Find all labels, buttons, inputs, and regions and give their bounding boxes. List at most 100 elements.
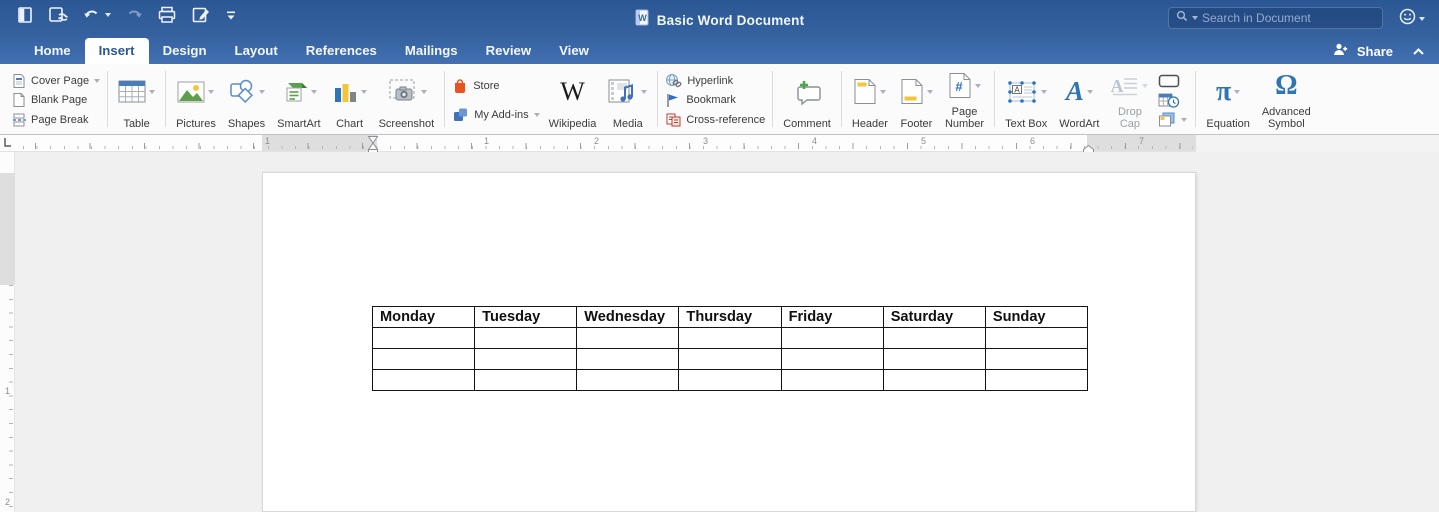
search-input[interactable] [1202, 11, 1375, 25]
table-cell[interactable] [781, 370, 883, 391]
table-cell[interactable] [883, 349, 985, 370]
shapes-caret[interactable] [259, 90, 265, 94]
table-cell[interactable]: Wednesday [577, 307, 679, 328]
table-cell[interactable] [781, 349, 883, 370]
screenshot-caret[interactable] [421, 90, 427, 94]
table-cell[interactable]: Sunday [985, 307, 1087, 328]
page-number-caret[interactable] [975, 84, 981, 88]
customize-toolbar-icon[interactable] [225, 9, 237, 21]
table-cell[interactable]: Monday [373, 307, 475, 328]
search-box[interactable] [1168, 7, 1383, 29]
table-cell[interactable] [679, 370, 781, 391]
document-page[interactable]: Monday Tuesday Wednesday Thursday Friday… [262, 172, 1196, 512]
table-cell[interactable] [475, 328, 577, 349]
my-addins-caret[interactable] [534, 113, 540, 117]
frame-button[interactable] [1158, 71, 1187, 90]
table-cell[interactable] [373, 349, 475, 370]
undo-dropdown-caret[interactable] [105, 13, 111, 17]
hyperlink-button[interactable]: Hyperlink [665, 71, 765, 90]
table-cell[interactable] [985, 349, 1087, 370]
page-number-button[interactable]: # Page Number [940, 67, 989, 131]
footer-button[interactable]: Footer [895, 67, 938, 131]
header-button[interactable]: Header [847, 67, 893, 131]
collapse-ribbon-icon[interactable] [1412, 47, 1425, 56]
smartart-caret[interactable] [311, 90, 317, 94]
comment-button[interactable]: Comment [778, 67, 836, 131]
undo-button[interactable] [82, 7, 111, 23]
print-icon[interactable] [157, 6, 177, 24]
tab-view[interactable]: View [545, 38, 603, 64]
ruler-number: 3 [703, 136, 708, 146]
tab-layout[interactable]: Layout [221, 38, 292, 64]
chart-button[interactable]: Chart [328, 67, 372, 131]
table-cell[interactable] [373, 370, 475, 391]
page-break-button[interactable]: Page Break [12, 110, 100, 129]
table-cell[interactable] [679, 349, 781, 370]
bookmark-button[interactable]: Bookmark [665, 91, 765, 110]
table-cell[interactable] [985, 328, 1087, 349]
chart-caret[interactable] [361, 90, 367, 94]
store-button[interactable]: Store [452, 76, 539, 95]
equation-button[interactable]: π Equation [1201, 67, 1254, 131]
table-cell[interactable] [475, 370, 577, 391]
tab-design[interactable]: Design [149, 38, 221, 64]
table-button[interactable]: Table [113, 67, 160, 131]
table-cell[interactable] [577, 370, 679, 391]
word-app-window: W Basic Word Document Home Insert Design… [0, 0, 1439, 512]
cover-page-caret[interactable] [94, 79, 100, 83]
footer-caret[interactable] [927, 90, 933, 94]
header-caret[interactable] [880, 90, 886, 94]
pictures-button[interactable]: Pictures [171, 67, 221, 131]
cover-page-button[interactable]: Cover Page [12, 71, 100, 90]
object-caret[interactable] [1181, 118, 1187, 122]
table-cell[interactable] [679, 328, 781, 349]
table-cell[interactable]: Thursday [679, 307, 781, 328]
object-button[interactable] [1158, 110, 1187, 129]
table-cell[interactable] [373, 328, 475, 349]
table-cell[interactable] [883, 328, 985, 349]
share-button[interactable]: Share [1357, 44, 1393, 59]
format-painter-icon[interactable] [191, 6, 211, 24]
vertical-ruler: 1 2 [0, 152, 15, 512]
equation-caret[interactable] [1234, 90, 1240, 94]
pictures-caret[interactable] [208, 90, 214, 94]
tab-references[interactable]: References [292, 38, 391, 64]
media-caret[interactable] [641, 90, 647, 94]
feedback-caret[interactable] [1419, 17, 1425, 21]
search-scope-caret[interactable] [1192, 16, 1198, 20]
table-cell[interactable] [985, 370, 1087, 391]
smartart-button[interactable]: SmartArt [272, 67, 325, 131]
text-box-caret[interactable] [1041, 90, 1047, 94]
wordart-caret[interactable] [1087, 90, 1093, 94]
wikipedia-button[interactable]: W Wikipedia [544, 67, 602, 131]
tab-home[interactable]: Home [20, 38, 85, 64]
table-cell[interactable]: Friday [781, 307, 883, 328]
table-cell[interactable] [577, 349, 679, 370]
text-box-button[interactable]: A Text Box [1000, 67, 1052, 131]
bookmark-icon [665, 93, 681, 108]
media-button[interactable]: Media [603, 67, 652, 131]
table-cell[interactable]: Tuesday [475, 307, 577, 328]
blank-page-button[interactable]: Blank Page [12, 91, 100, 110]
table-cell[interactable] [475, 349, 577, 370]
tab-insert[interactable]: Insert [85, 38, 149, 64]
table-cell[interactable] [577, 328, 679, 349]
cross-reference-button[interactable]: Cross-reference [665, 110, 765, 129]
tab-review[interactable]: Review [472, 38, 545, 64]
shapes-button[interactable]: Shapes [223, 67, 270, 131]
table-caret[interactable] [149, 90, 155, 94]
wordart-button[interactable]: A WordArt [1054, 67, 1104, 131]
advanced-symbol-button[interactable]: Ω Advanced Symbol [1257, 67, 1316, 131]
top-margin-segment [0, 173, 15, 285]
screenshot-button[interactable]: Screenshot [374, 67, 440, 131]
my-addins-button[interactable]: My Add-ins [452, 105, 539, 124]
tab-mailings[interactable]: Mailings [391, 38, 472, 64]
new-document-icon[interactable] [16, 6, 34, 24]
save-icon[interactable] [48, 6, 68, 24]
date-time-button[interactable] [1158, 91, 1187, 110]
table-cell[interactable] [781, 328, 883, 349]
feedback-smiley-icon[interactable] [1399, 8, 1416, 30]
table-cell[interactable]: Saturday [883, 307, 985, 328]
ribbon-tabs: Home Insert Design Layout References Mai… [20, 38, 603, 64]
table-cell[interactable] [883, 370, 985, 391]
